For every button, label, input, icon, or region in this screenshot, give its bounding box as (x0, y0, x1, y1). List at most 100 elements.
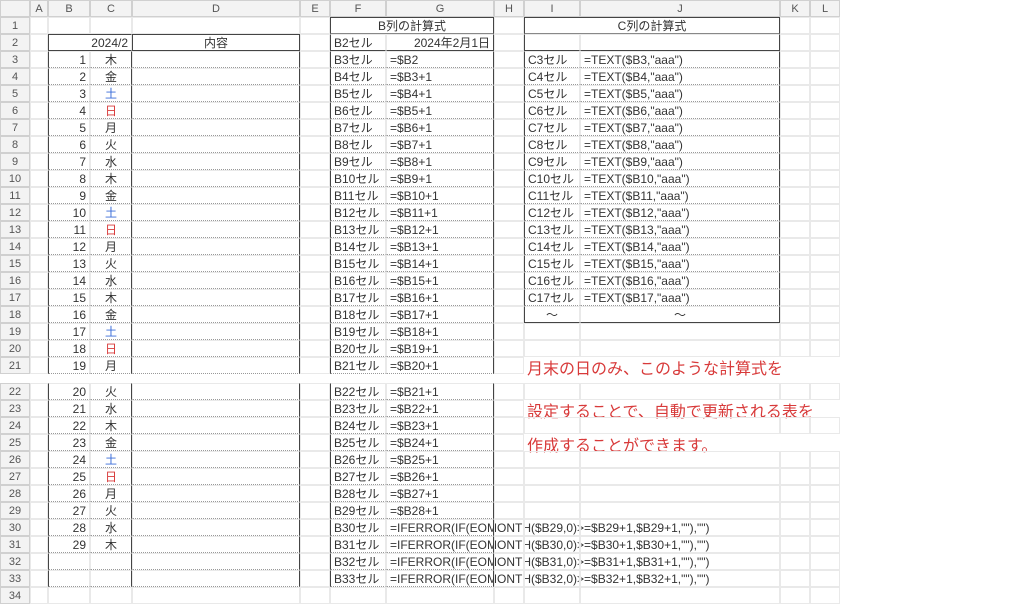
day-number[interactable]: 5 (48, 119, 90, 136)
b-formula-cellref[interactable]: B31セル (330, 536, 386, 553)
b-formula-cellref[interactable]: B21セル (330, 357, 386, 374)
b-formula[interactable]: =$B17+1 (386, 306, 494, 323)
c-formula[interactable]: =TEXT($B10,"aaa") (580, 170, 780, 187)
b-formula[interactable]: =$B4+1 (386, 85, 494, 102)
weekday[interactable]: 日 (90, 468, 132, 485)
column-header[interactable]: B (48, 0, 90, 17)
day-number[interactable]: 25 (48, 468, 90, 485)
day-number[interactable]: 21 (48, 400, 90, 417)
b-formula[interactable]: =$B12+1 (386, 221, 494, 238)
weekday[interactable]: 木 (90, 51, 132, 68)
weekday[interactable]: 水 (90, 272, 132, 289)
weekday[interactable]: 土 (90, 204, 132, 221)
day-number[interactable]: 10 (48, 204, 90, 221)
c-formula[interactable]: =TEXT($B3,"aaa") (580, 51, 780, 68)
b-formula[interactable]: =$B21+1 (386, 383, 494, 400)
b-formula-cellref[interactable]: B18セル (330, 306, 386, 323)
column-header[interactable]: H (494, 0, 524, 17)
column-header[interactable]: L (810, 0, 840, 17)
day-number[interactable]: 9 (48, 187, 90, 204)
weekday[interactable]: 土 (90, 85, 132, 102)
b-formula-cellref[interactable]: B13セル (330, 221, 386, 238)
b-formula[interactable]: =$B27+1 (386, 485, 494, 502)
c-formula-cellref[interactable]: C17セル (524, 289, 580, 306)
c-formula[interactable]: =TEXT($B17,"aaa") (580, 289, 780, 306)
b-formula-cellref[interactable]: B7セル (330, 119, 386, 136)
c-formula[interactable]: =TEXT($B8,"aaa") (580, 136, 780, 153)
b-formula[interactable]: =IFERROR(IF(EOMONTH($B29,0)>=$B29+1,$B29… (386, 519, 494, 536)
content-cell[interactable] (132, 570, 300, 587)
row-header[interactable]: 26 (0, 451, 30, 468)
weekday[interactable]: 火 (90, 255, 132, 272)
weekday[interactable]: 日 (90, 340, 132, 357)
c-formula-cellref[interactable]: C16セル (524, 272, 580, 289)
content-cell[interactable] (132, 340, 300, 357)
content-cell[interactable] (132, 68, 300, 85)
row-header[interactable]: 24 (0, 417, 30, 434)
weekday[interactable]: 金 (90, 434, 132, 451)
b-formula-cellref[interactable]: B10セル (330, 170, 386, 187)
c-formula-cellref[interactable]: C12セル (524, 204, 580, 221)
b-formula-cellref[interactable]: B33セル (330, 570, 386, 587)
b-formula[interactable]: =$B2 (386, 51, 494, 68)
day-number[interactable]: 29 (48, 536, 90, 553)
column-header[interactable]: G (386, 0, 494, 17)
column-header[interactable]: A (30, 0, 48, 17)
row-header[interactable]: 1 (0, 17, 30, 34)
content-cell[interactable] (132, 451, 300, 468)
b-formula[interactable]: =$B16+1 (386, 289, 494, 306)
content-cell[interactable] (132, 153, 300, 170)
b-formula[interactable]: =$B6+1 (386, 119, 494, 136)
c-formula-cellref[interactable]: C13セル (524, 221, 580, 238)
c-formula[interactable]: =TEXT($B7,"aaa") (580, 119, 780, 136)
day-number[interactable]: 26 (48, 485, 90, 502)
content-cell[interactable] (132, 238, 300, 255)
c-formula[interactable]: =TEXT($B14,"aaa") (580, 238, 780, 255)
day-number[interactable]: 7 (48, 153, 90, 170)
content-cell[interactable] (132, 357, 300, 374)
c-formula[interactable]: =TEXT($B5,"aaa") (580, 85, 780, 102)
day-number[interactable]: 8 (48, 170, 90, 187)
row-header[interactable]: 20 (0, 340, 30, 357)
day-number[interactable]: 14 (48, 272, 90, 289)
content-header[interactable]: 内容 (132, 34, 300, 51)
day-number[interactable]: 16 (48, 306, 90, 323)
content-cell[interactable] (132, 136, 300, 153)
row-header[interactable]: 4 (0, 68, 30, 85)
c-formula-cellref[interactable]: C3セル (524, 51, 580, 68)
content-cell[interactable] (132, 502, 300, 519)
c-formula-cellref[interactable]: C6セル (524, 102, 580, 119)
column-header[interactable]: K (780, 0, 810, 17)
b-formula-cellref[interactable]: B28セル (330, 485, 386, 502)
b-formula-cellref[interactable]: B20セル (330, 340, 386, 357)
row-header[interactable]: 34 (0, 587, 30, 604)
day-number[interactable]: 23 (48, 434, 90, 451)
c-formula[interactable]: =TEXT($B11,"aaa") (580, 187, 780, 204)
b-formula[interactable]: =$B28+1 (386, 502, 494, 519)
b-formula-cellref[interactable]: B24セル (330, 417, 386, 434)
b-formula[interactable]: =$B15+1 (386, 272, 494, 289)
weekday[interactable]: 水 (90, 400, 132, 417)
day-number[interactable]: 27 (48, 502, 90, 519)
row-header[interactable]: 17 (0, 289, 30, 306)
weekday[interactable]: 金 (90, 306, 132, 323)
b-formula-cellref[interactable]: B32セル (330, 553, 386, 570)
day-number[interactable]: 12 (48, 238, 90, 255)
row-header[interactable]: 21 (0, 357, 30, 374)
c-formula-cellref[interactable]: C5セル (524, 85, 580, 102)
b-formula[interactable]: =IFERROR(IF(EOMONTH($B31,0)>=$B31+1,$B31… (386, 553, 494, 570)
column-header[interactable]: D (132, 0, 300, 17)
weekday[interactable]: 木 (90, 417, 132, 434)
content-cell[interactable] (132, 85, 300, 102)
column-header[interactable]: E (300, 0, 330, 17)
c-formula[interactable]: =TEXT($B15,"aaa") (580, 255, 780, 272)
c-formula-cellref[interactable]: C14セル (524, 238, 580, 255)
b-formula-cellref[interactable]: B26セル (330, 451, 386, 468)
weekday[interactable]: 月 (90, 238, 132, 255)
b-formula-cellref[interactable]: B3セル (330, 51, 386, 68)
day-number[interactable]: 1 (48, 51, 90, 68)
row-header[interactable]: 19 (0, 323, 30, 340)
b-formula[interactable]: =$B18+1 (386, 323, 494, 340)
column-header[interactable]: C (90, 0, 132, 17)
row-header[interactable]: 3 (0, 51, 30, 68)
